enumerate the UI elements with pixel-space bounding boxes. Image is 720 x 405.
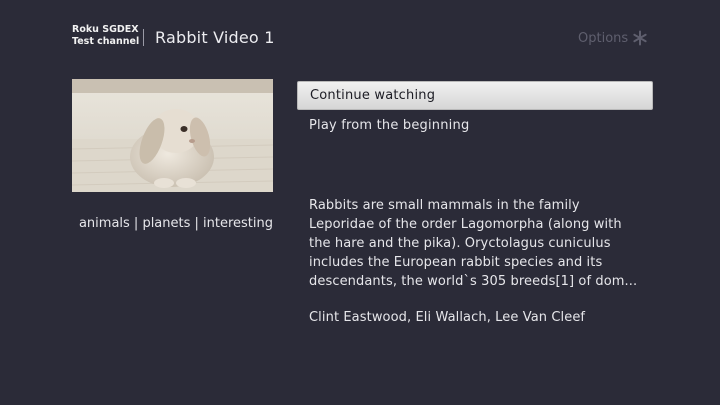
options-label: Options [578, 30, 629, 46]
cast-list: Clint Eastwood, Eli Wallach, Lee Van Cle… [309, 310, 586, 325]
genre-tags: animals | planets | interesting [78, 216, 274, 231]
asterisk-icon [632, 30, 648, 46]
video-thumbnail [72, 79, 273, 192]
channel-logo: Roku SGDEX Test channel [72, 24, 139, 48]
header-divider [143, 29, 144, 46]
options-hint[interactable]: Options [578, 30, 648, 46]
play-from-beginning-button[interactable]: Play from the beginning [309, 118, 469, 133]
description: Rabbits are small mammals in the family … [309, 198, 638, 289]
logo-line-2: Test channel [72, 36, 140, 47]
logo-line-1: Roku SGDEX [72, 24, 139, 35]
page-title: Rabbit Video 1 [155, 28, 275, 47]
continue-watching-button[interactable]: Continue watching [297, 81, 653, 110]
